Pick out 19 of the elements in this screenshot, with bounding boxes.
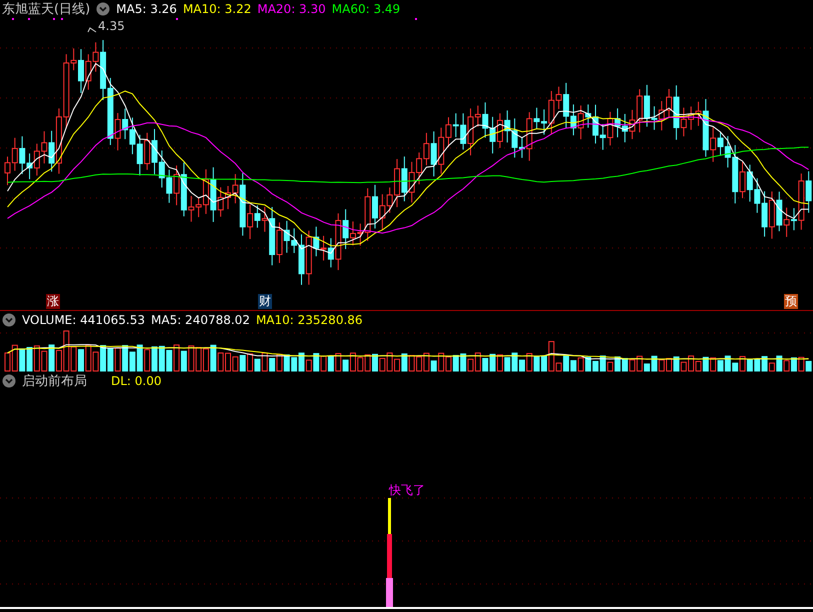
indicator-value: MA60: 3.49 [332,2,400,16]
high-price-label: 4.35 [98,19,125,33]
signal-label: 快飞了 [389,482,425,499]
indicator-value: VOLUME: 441065.53 [22,313,145,327]
event-tag: 财 [258,294,272,309]
event-tag: 预 [784,294,798,309]
leader-line [88,27,96,32]
panel-title: 启动前布局 [22,373,87,390]
indicator-value: MA10: 3.22 [182,2,252,16]
chevron-down-icon[interactable] [96,2,110,16]
indicator-value: DL: 0.00 [111,374,162,388]
indicator-value: MA10: 235280.86 [256,313,363,327]
chevron-down-icon[interactable] [2,313,16,327]
indicator-value: MA20: 3.30 [257,2,326,16]
event-tag: 涨 [46,294,60,309]
indicator-value: MA5: 240788.02 [151,313,250,327]
panel-title: 东旭蓝天(日线) [2,1,90,18]
chevron-down-icon[interactable] [2,374,16,388]
indicator-value: MA5: 3.26 [116,2,177,16]
